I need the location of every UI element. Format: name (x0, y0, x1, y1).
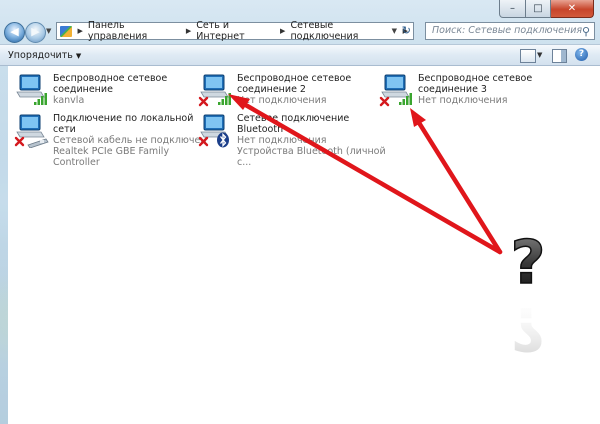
annotation-arrow-left (228, 94, 503, 255)
question-mark-reflection: ? (511, 293, 546, 363)
question-mark-glyph: ? (511, 228, 546, 298)
annotation-arrow-right (410, 108, 503, 255)
annotation-overlay: ? ? (228, 94, 546, 363)
